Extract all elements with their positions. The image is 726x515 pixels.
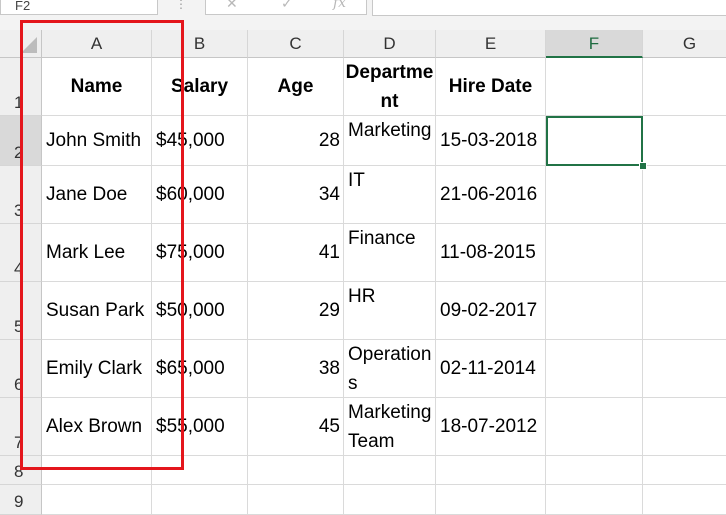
cell-g7[interactable] xyxy=(643,398,726,456)
row-number: 4 xyxy=(14,259,24,278)
cell-department[interactable]: Finance xyxy=(344,224,436,282)
cell-f9[interactable] xyxy=(546,485,643,515)
header-cell-age[interactable]: Age xyxy=(248,58,344,116)
cell-f8[interactable] xyxy=(546,456,643,485)
column-header-c[interactable]: C xyxy=(248,30,344,58)
row-header-1[interactable]: 1 xyxy=(0,58,42,116)
cell-department[interactable]: Operations xyxy=(344,340,436,398)
cell-f6[interactable] xyxy=(546,340,643,398)
cell-age[interactable]: 41 xyxy=(248,224,344,282)
cell-hire-date[interactable]: 09-02-2017 xyxy=(436,282,546,340)
cell-g9[interactable] xyxy=(643,485,726,515)
cell-name[interactable]: Alex Brown xyxy=(42,398,152,456)
cell-f4[interactable] xyxy=(546,224,643,282)
row-header-2[interactable]: 2 xyxy=(0,116,42,166)
row-header-9[interactable]: 9 xyxy=(0,485,42,515)
cell-e8[interactable] xyxy=(436,456,546,485)
select-all-triangle-icon xyxy=(21,37,37,53)
row-number: 1 xyxy=(14,93,24,112)
header-cell-salary[interactable]: Salary xyxy=(152,58,248,116)
cell-age[interactable]: 34 xyxy=(248,166,344,224)
cell-e9[interactable] xyxy=(436,485,546,515)
row-number: 7 xyxy=(14,433,24,452)
cell-g6[interactable] xyxy=(643,340,726,398)
row-header-5[interactable]: 5 xyxy=(0,282,42,340)
cell-salary[interactable]: $55,000 xyxy=(152,398,248,456)
header-cell-name[interactable]: Name xyxy=(42,58,152,116)
column-header-a[interactable]: A xyxy=(42,30,152,58)
column-header-g[interactable]: G xyxy=(643,30,726,58)
cell-salary[interactable]: $75,000 xyxy=(152,224,248,282)
cell-name[interactable]: Susan Park xyxy=(42,282,152,340)
row-header-8[interactable]: 8 xyxy=(0,456,42,485)
column-header-f[interactable]: F xyxy=(546,30,643,58)
cell-d9[interactable] xyxy=(344,485,436,515)
cell-b8[interactable] xyxy=(152,456,248,485)
cell-hire-date[interactable]: 15-03-2018 xyxy=(436,116,546,166)
cell-b9[interactable] xyxy=(152,485,248,515)
cell-hire-date[interactable]: 02-11-2014 xyxy=(436,340,546,398)
cell-age[interactable]: 38 xyxy=(248,340,344,398)
cell-c9[interactable] xyxy=(248,485,344,515)
row-number: 8 xyxy=(14,462,24,481)
cell-a9[interactable] xyxy=(42,485,152,515)
cell-hire-date[interactable]: 18-07-2012 xyxy=(436,398,546,456)
cell-salary[interactable]: $50,000 xyxy=(152,282,248,340)
column-header-e[interactable]: E xyxy=(436,30,546,58)
cell-age[interactable]: 45 xyxy=(248,398,344,456)
cell-g3[interactable] xyxy=(643,166,726,224)
cell-age[interactable]: 28 xyxy=(248,116,344,166)
name-box[interactable]: F2 xyxy=(0,0,158,15)
cell-g2[interactable] xyxy=(643,116,726,166)
row-number: 3 xyxy=(14,201,24,220)
cell-g1[interactable] xyxy=(643,58,726,116)
cell-department[interactable]: Marketing Team xyxy=(344,398,436,456)
formula-input[interactable] xyxy=(372,0,726,16)
cell-name[interactable]: Mark Lee xyxy=(42,224,152,282)
column-header-b[interactable]: B xyxy=(152,30,248,58)
row-number: 6 xyxy=(14,375,24,394)
cell-department[interactable]: HR xyxy=(344,282,436,340)
cell-f5[interactable] xyxy=(546,282,643,340)
cell-hire-date[interactable]: 11-08-2015 xyxy=(436,224,546,282)
cell-f1[interactable] xyxy=(546,58,643,116)
row-header-4[interactable]: 4 xyxy=(0,224,42,282)
cell-salary[interactable]: $45,000 xyxy=(152,116,248,166)
insert-function-icon[interactable]: fx xyxy=(333,0,346,11)
cell-age[interactable]: 29 xyxy=(248,282,344,340)
row-number: 9 xyxy=(14,492,24,511)
header-cell-hire-date[interactable]: Hire Date xyxy=(436,58,546,116)
row-header-6[interactable]: 6 xyxy=(0,340,42,398)
cell-name[interactable]: John Smith xyxy=(42,116,152,166)
cell-name[interactable]: Jane Doe xyxy=(42,166,152,224)
cell-department[interactable]: Marketing xyxy=(344,116,436,166)
more-options-icon[interactable]: ⋮ xyxy=(175,0,187,11)
row-number: 5 xyxy=(14,317,24,336)
cell-hire-date[interactable]: 21-06-2016 xyxy=(436,166,546,224)
cell-f7[interactable] xyxy=(546,398,643,456)
row-header-7[interactable]: 7 xyxy=(0,398,42,456)
cell-department[interactable]: IT xyxy=(344,166,436,224)
cancel-icon[interactable]: ✕ xyxy=(226,0,238,12)
cell-c8[interactable] xyxy=(248,456,344,485)
cell-name[interactable]: Emily Clark xyxy=(42,340,152,398)
cell-g5[interactable] xyxy=(643,282,726,340)
select-all-corner[interactable] xyxy=(0,30,42,58)
enter-icon[interactable]: ✓ xyxy=(281,0,293,12)
row-header-3[interactable]: 3 xyxy=(0,166,42,224)
cell-f3[interactable] xyxy=(546,166,643,224)
cell-salary[interactable]: $65,000 xyxy=(152,340,248,398)
cell-d8[interactable] xyxy=(344,456,436,485)
cell-g4[interactable] xyxy=(643,224,726,282)
active-cell-border xyxy=(546,116,643,166)
cell-a8[interactable] xyxy=(42,456,152,485)
row-number: 2 xyxy=(14,143,24,162)
formula-buttons: ✕ ✓ fx xyxy=(205,0,367,15)
cell-g8[interactable] xyxy=(643,456,726,485)
formula-bar: F2 ⋮ ✕ ✓ fx xyxy=(0,0,726,31)
column-header-d[interactable]: D xyxy=(344,30,436,58)
cell-salary[interactable]: $60,000 xyxy=(152,166,248,224)
fill-handle[interactable] xyxy=(639,162,647,170)
header-cell-department[interactable]: Department xyxy=(344,58,436,116)
